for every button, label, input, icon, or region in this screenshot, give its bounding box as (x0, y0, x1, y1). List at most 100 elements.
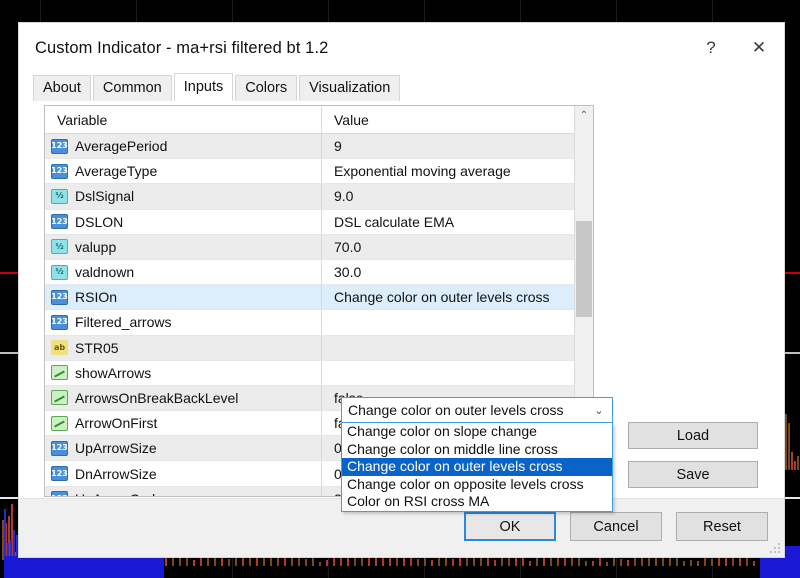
close-icon[interactable]: ✕ (734, 31, 784, 65)
row-variable-label: ArrowsOnBreakBackLevel (75, 389, 239, 406)
chart-candle (494, 560, 496, 566)
save-button[interactable]: Save (628, 461, 758, 488)
column-header-variable: Variable (57, 111, 108, 128)
row-variable-label: AverageType (75, 163, 158, 180)
row-variable-label: ArrowOnFirst (75, 415, 158, 432)
bool-type-icon (51, 415, 68, 431)
dropdown-option[interactable]: Color on RSI cross MA (342, 493, 612, 511)
chart-candle (228, 558, 230, 566)
row-variable-cell: ½ valdnown (45, 264, 321, 280)
row-variable-cell: 123 AveragePeriod (45, 138, 321, 154)
chart-candle (305, 558, 307, 566)
grip-dot (778, 547, 780, 549)
row-value-cell[interactable] (321, 335, 593, 360)
int-type-icon: 123 (51, 314, 68, 330)
dropdown-option[interactable]: Change color on opposite levels cross (342, 476, 612, 494)
reset-button[interactable]: Reset (676, 512, 768, 541)
chart-candle (487, 557, 489, 566)
tab-common[interactable]: Common (92, 75, 172, 101)
int-type-icon: 123 (51, 163, 68, 179)
cancel-button[interactable]: Cancel (570, 512, 662, 541)
chart-candle (403, 557, 405, 566)
row-variable-cell: 123 AverageType (45, 163, 321, 179)
row-value-cell[interactable]: 30.0 (321, 259, 593, 285)
load-button[interactable]: Load (628, 422, 758, 449)
dropdown-option[interactable]: Change color on outer levels cross (342, 458, 612, 476)
row-value-cell[interactable]: 70.0 (321, 234, 593, 259)
int-type-icon: 123 (51, 289, 68, 305)
row-variable-label: RSIOn (75, 289, 118, 306)
chevron-down-icon[interactable]: ⌄ (586, 404, 612, 417)
table-row[interactable]: showArrows (45, 360, 593, 386)
table-row[interactable]: 123 Filtered_arrows (45, 310, 593, 336)
table-row[interactable]: 123 DSLON DSL calculate EMA (45, 209, 593, 235)
tab-inputs[interactable]: Inputs (173, 73, 234, 101)
grip-dot (778, 543, 780, 545)
chart-candle (794, 461, 796, 470)
chart-candle (333, 558, 335, 566)
row-variable-cell: 123 RSIOn (45, 289, 321, 305)
chart-candle (791, 451, 793, 470)
ok-button[interactable]: OK (464, 512, 556, 541)
row-variable-label: DSLON (75, 213, 124, 230)
table-row[interactable]: ab STR05 (45, 335, 593, 361)
chart-candle (452, 559, 454, 566)
row-variable-cell: showArrows (45, 365, 321, 381)
table-row[interactable]: 123 AveragePeriod 9 (45, 134, 593, 160)
chart-candle (683, 561, 685, 566)
int-type-icon: 123 (51, 138, 68, 154)
double-type-icon: ½ (51, 188, 68, 204)
table-row[interactable]: 123 RSIOn Change color on outer levels cro… (45, 285, 593, 311)
help-icon[interactable]: ? (688, 31, 734, 65)
row-variable-cell: 123 DSLON (45, 214, 321, 230)
row-value-cell[interactable]: Exponential moving average (321, 159, 593, 184)
row-variable-label: valupp (75, 238, 117, 255)
chart-candle (704, 557, 706, 566)
row-variable-label: UpArrowCode (75, 491, 163, 496)
rsion-combobox[interactable]: Change color on outer levels cross ⌄ (341, 397, 613, 423)
dropdown-option[interactable]: Change color on slope change (342, 423, 612, 441)
tab-visualization[interactable]: Visualization (299, 75, 401, 101)
row-value-cell[interactable]: DSL calculate EMA (321, 209, 593, 234)
table-row[interactable]: 123 AverageType Exponential moving average (45, 159, 593, 185)
row-variable-cell: 123 DnArrowSize (45, 466, 321, 482)
table-row[interactable]: ½ valupp 70.0 (45, 234, 593, 260)
chart-candle (319, 561, 321, 566)
dropdown-option[interactable]: Change color on middle line cross (342, 441, 612, 459)
double-type-icon: ½ (51, 239, 68, 255)
chart-candle (690, 560, 692, 566)
row-variable-label: UpArrowSize (75, 440, 157, 457)
row-variable-cell: ArrowOnFirst (45, 415, 321, 431)
chart-histogram-bar (7, 543, 9, 556)
chart-candle (263, 558, 265, 566)
tab-about[interactable]: About (33, 75, 91, 101)
scrollbar-thumb[interactable] (576, 221, 592, 317)
chart-candle (753, 560, 755, 566)
tab-colors[interactable]: Colors (235, 75, 298, 101)
chart-candle (788, 422, 790, 470)
row-value-cell[interactable]: 9 (321, 134, 593, 159)
resize-grip-icon[interactable] (770, 543, 781, 554)
inputs-panel: Variable Value 123 AveragePeriod 9 123 Avera… (19, 101, 784, 557)
row-value-cell[interactable] (321, 310, 593, 335)
chart-candle (529, 560, 531, 566)
chart-candle (739, 558, 741, 566)
chart-candle (711, 559, 713, 566)
row-value-cell[interactable]: 9.0 (321, 184, 593, 209)
row-value-cell[interactable] (321, 360, 593, 385)
tab-bar: About Common Inputs Colors Visualization (19, 73, 784, 101)
chart-candle (242, 558, 244, 566)
chart-histogram-bar (10, 540, 12, 556)
combobox-dropdown-list[interactable]: Change color on slope change Change color… (341, 423, 613, 512)
table-row[interactable]: ½ valdnown 30.0 (45, 259, 593, 286)
grip-dot (774, 551, 776, 553)
row-variable-label: DnArrowSize (75, 465, 157, 482)
chart-candle (354, 558, 356, 566)
table-row[interactable]: ½ DslSignal 9.0 (45, 184, 593, 210)
chart-histogram-bar (4, 508, 6, 556)
grip-dot (774, 547, 776, 549)
scroll-up-icon[interactable]: ⌃ (575, 106, 593, 124)
row-value-cell[interactable]: Change color on outer levels cross (321, 285, 593, 310)
bool-type-icon (51, 390, 68, 406)
chart-candle (326, 560, 328, 566)
